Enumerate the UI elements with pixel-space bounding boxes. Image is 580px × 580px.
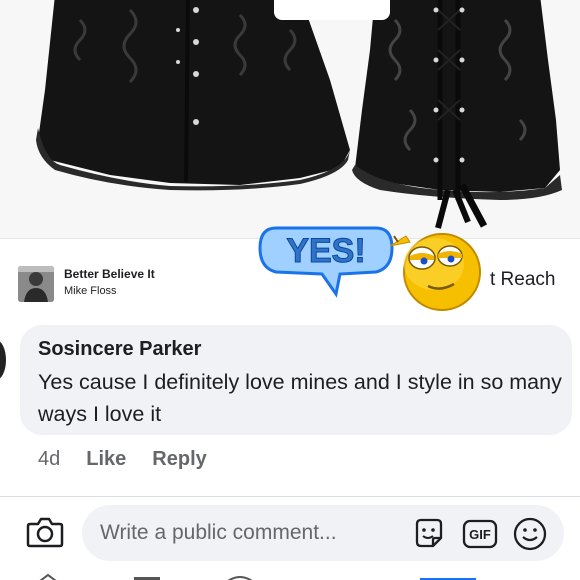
sticker-icon[interactable] (411, 516, 447, 552)
comment-actions: 4d Like Reply (38, 446, 233, 472)
comment-author[interactable]: Sosincere Parker (38, 338, 201, 361)
comment-text: Yes cause I definitely love mines and I … (38, 370, 562, 426)
page-avatar[interactable] (18, 266, 54, 302)
product-image[interactable] (0, 0, 580, 238)
reach-text: t Reach (490, 269, 556, 290)
reply-button[interactable]: Reply (152, 448, 206, 471)
gif-icon[interactable]: GIF (462, 518, 498, 550)
page-title[interactable]: Better Believe It (64, 267, 155, 281)
smug-smiley-sticker (388, 222, 492, 314)
page-subtitle[interactable]: Mike Floss (64, 285, 117, 297)
price-badge (274, 0, 390, 20)
emoji-icon[interactable] (512, 516, 548, 552)
gif-label: GIF (469, 527, 491, 542)
yes-speech-bubble-sticker: YES! (256, 222, 396, 300)
camera-icon[interactable] (26, 513, 64, 551)
bottom-nav-bar (0, 568, 580, 580)
comment-input-placeholder[interactable]: Write a public comment... (100, 521, 337, 545)
yes-sticker-text: YES! (286, 232, 365, 270)
comment-timestamp[interactable]: 4d (38, 448, 60, 471)
corset-product-photo (36, 0, 562, 229)
commenter-avatar[interactable] (0, 340, 6, 380)
divider (0, 496, 580, 497)
like-button[interactable]: Like (86, 448, 126, 471)
page-avatar-image (18, 266, 54, 302)
